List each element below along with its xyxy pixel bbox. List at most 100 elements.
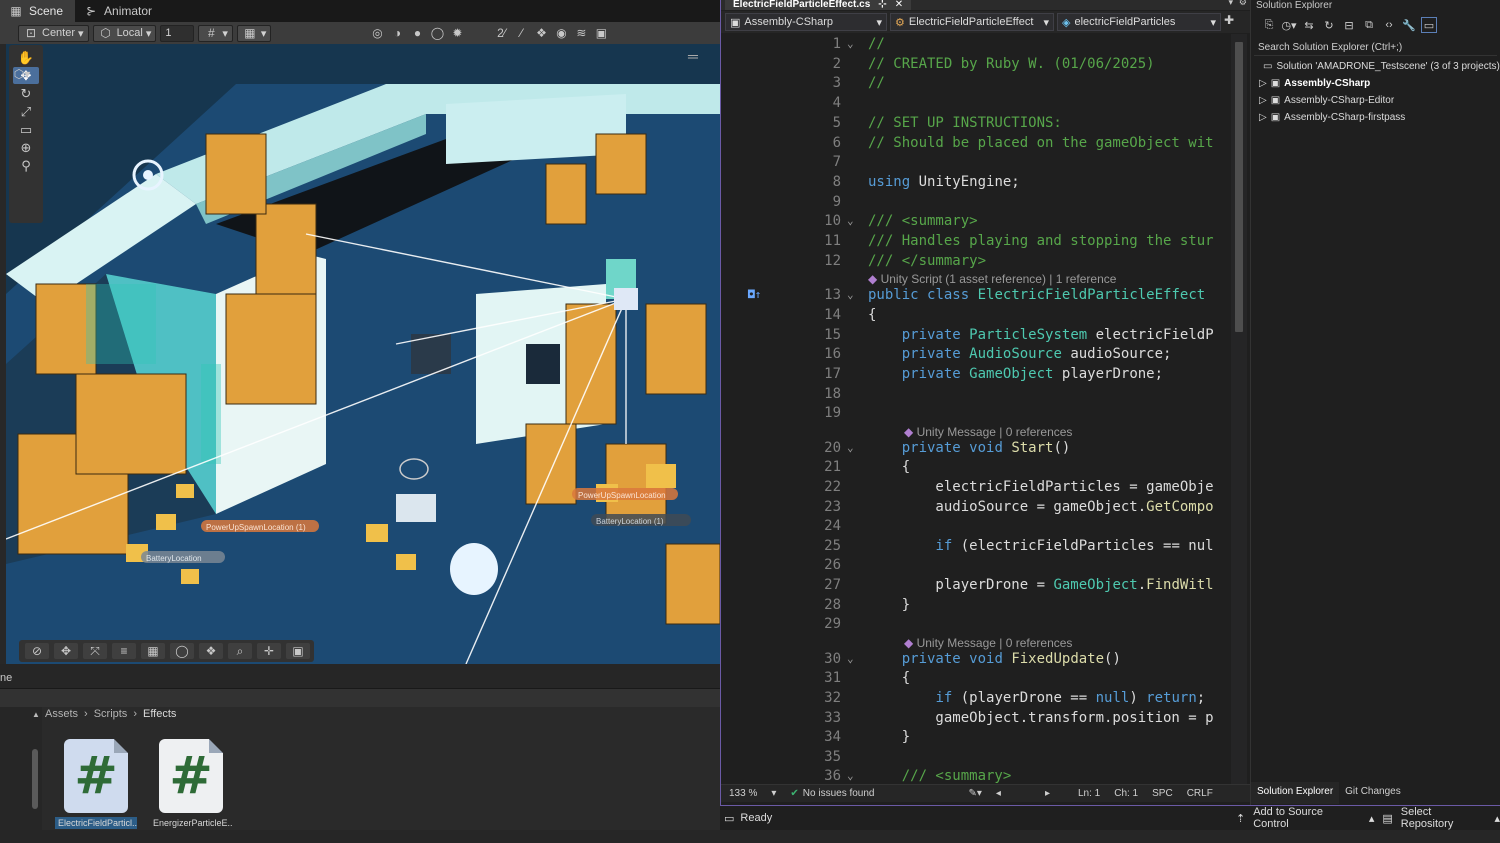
code-line[interactable]: 33 gameObject.transform.position = p	[721, 708, 1231, 728]
preview-icon[interactable]: ▭	[1421, 17, 1437, 33]
code-line[interactable]: 4	[721, 93, 1231, 113]
zoom-dropdown[interactable]: 133 %	[729, 788, 757, 799]
issues-text[interactable]: No issues found	[803, 788, 875, 799]
select-repository[interactable]: Select Repository	[1401, 806, 1487, 830]
line-number[interactable]: Ln: 1	[1078, 788, 1100, 799]
project-dropdown[interactable]: ▣ Assembly-CSharp ▾	[725, 13, 887, 31]
code-view-icon[interactable]: ‹›	[1381, 17, 1397, 33]
sync-icon[interactable]: ⇆	[1301, 17, 1317, 33]
space-dropdown[interactable]: ⬡ Local ▾	[92, 24, 157, 42]
breadcrumb-assets[interactable]: Assets	[45, 708, 78, 720]
show-all-files-icon[interactable]: ⧉	[1361, 17, 1377, 33]
grid-overlay-icon[interactable]: ▦	[141, 643, 165, 659]
align-icon[interactable]: ≡	[112, 643, 136, 659]
nav-back-icon[interactable]: ◂	[996, 788, 1001, 799]
tab-solution-explorer[interactable]: Solution Explorer	[1251, 782, 1340, 804]
battery-label-1[interactable]: BatteryLocation	[146, 554, 202, 563]
shaded-sphere-icon[interactable]: ●	[409, 25, 425, 41]
editor-scrollbar[interactable]	[1231, 34, 1247, 784]
scene-gizmo-handle[interactable]: ═	[688, 48, 714, 64]
rect-tool-icon[interactable]: ▭	[13, 121, 39, 138]
output-icon[interactable]: ▭	[724, 812, 734, 825]
code-line[interactable]: 30 ⌄ private void FixedUpdate()	[721, 649, 1231, 669]
camera-icon[interactable]: ▣	[286, 643, 310, 659]
code-line[interactable]: 35	[721, 747, 1231, 767]
code-line[interactable]: 22 electricFieldParticles = gameObje	[721, 477, 1231, 497]
cleanup-icon[interactable]: ✎▾	[969, 788, 982, 799]
tree-project-editor[interactable]: ▷ ▣ Assembly-CSharp-Editor	[1251, 92, 1500, 109]
code-line[interactable]: 1 ⌄ //	[721, 34, 1231, 54]
code-line[interactable]: 7	[721, 152, 1231, 172]
code-line[interactable]: 12 /// </summary>	[721, 251, 1231, 271]
tree-project-firstpass[interactable]: ▷ ▣ Assembly-CSharp-firstpass	[1251, 109, 1500, 126]
lit-sphere-icon[interactable]: ◯	[429, 25, 445, 41]
navigate-icon[interactable]: ⊘	[25, 643, 49, 659]
code-line[interactable]: 6 // Should be placed on the gameObject w…	[721, 133, 1231, 153]
fold-chevron-icon[interactable]: ⌄	[847, 766, 854, 784]
code-line[interactable]: 31 {	[721, 668, 1231, 688]
transform-tool-icon[interactable]: ⊕	[13, 139, 39, 156]
properties-icon[interactable]: 🔧	[1401, 17, 1417, 33]
line-ending[interactable]: CRLF	[1187, 788, 1213, 799]
split-icon[interactable]: ✚	[1224, 13, 1234, 31]
pin-icon[interactable]: ⊹	[878, 0, 886, 10]
pivot-dropdown[interactable]: ⊡ Center ▾	[18, 24, 89, 42]
spawn-label-1[interactable]: PowerUpSpawnLocation (1)	[206, 523, 306, 532]
column-number[interactable]: Ch: 1	[1114, 788, 1138, 799]
tab-list-icon[interactable]: ▾	[1228, 0, 1233, 8]
code-line[interactable]: 19	[721, 403, 1231, 423]
add-to-source-control[interactable]: Add to Source Control	[1253, 806, 1361, 830]
expand-icon[interactable]: ▷	[1259, 95, 1267, 106]
close-icon[interactable]: ✕	[895, 0, 903, 10]
tab-scene[interactable]: ▦ Scene	[0, 0, 76, 22]
code-line[interactable]: 24	[721, 516, 1231, 536]
lighting-icon[interactable]: ✹	[449, 25, 465, 41]
snap-input[interactable]: 1	[160, 24, 195, 42]
class-dropdown[interactable]: ⚙ ElectricFieldParticleEffect ▾	[890, 13, 1054, 31]
code-line[interactable]: 3 //	[721, 73, 1231, 93]
history-icon[interactable]: ◷▾	[1281, 17, 1297, 33]
spawn-label-2[interactable]: PowerUpSpawnLocation	[578, 491, 666, 500]
fold-chevron-icon[interactable]: ⌄	[847, 34, 854, 54]
solution-root[interactable]: ▭ Solution 'AMADRONE_Testscene' (3 of 3 p…	[1251, 58, 1500, 75]
code-line[interactable]: 21 {	[721, 457, 1231, 477]
code-line[interactable]: 23 audioSource = gameObject.GetCompo	[721, 497, 1231, 517]
grid-visibility-button[interactable]: ▦ ▾	[236, 24, 272, 42]
layers-overlay-icon[interactable]: ❖	[199, 643, 223, 659]
code-line[interactable]: 10 ⌄ /// <summary>	[721, 211, 1231, 231]
fold-chevron-icon[interactable]: ⌄	[847, 438, 854, 458]
refresh-icon[interactable]: ↻	[1321, 17, 1337, 33]
code-line[interactable]: 15 private ParticleSystem electricFieldP	[721, 325, 1231, 345]
tree-project-assembly-csharp[interactable]: ▷ ▣ Assembly-CSharp	[1251, 75, 1500, 92]
code-line[interactable]: 36 ⌄ /// <summary>	[721, 766, 1231, 784]
collapse-icon[interactable]: ▲	[32, 710, 40, 719]
code-line[interactable]: 18	[721, 384, 1231, 404]
hand-tool-icon[interactable]: ✋	[13, 49, 39, 66]
expand-icon[interactable]: ▷	[1259, 112, 1267, 123]
spline-icon[interactable]: ⤧	[83, 643, 107, 659]
code-line[interactable]: 34 }	[721, 727, 1231, 747]
expand-icon[interactable]: ▷	[1259, 78, 1267, 89]
code-line[interactable]: 28 }	[721, 595, 1231, 615]
view-options-icon[interactable]: ⬡▾	[14, 66, 31, 82]
code-line[interactable]: 5 // SET UP INSTRUCTIONS:	[721, 113, 1231, 133]
indent-mode[interactable]: SPC	[1152, 788, 1173, 799]
code-line[interactable]: 20 ⌄ private void Start()	[721, 438, 1231, 458]
scene-viewport[interactable]: PowerUpSpawnLocation (1) PowerUpSpawnLoc…	[6, 44, 720, 664]
layers-icon[interactable]: ≋	[573, 25, 589, 41]
rotate-tool-icon[interactable]: ↻	[13, 85, 39, 102]
fold-chevron-icon[interactable]: ⌄	[847, 211, 854, 231]
code-line[interactable]: 26	[721, 555, 1231, 575]
breadcrumb-scripts[interactable]: Scripts	[94, 708, 128, 720]
settings-icon[interactable]: ⚙	[1239, 0, 1247, 8]
globe-icon[interactable]: ◎	[369, 25, 385, 41]
asset-electric-field-script[interactable]: # ElectricFieldParticl...	[55, 739, 137, 833]
member-dropdown[interactable]: ◈ electricFieldParticles ▾	[1057, 13, 1221, 31]
pan-icon[interactable]: ✛	[257, 643, 281, 659]
code-line[interactable]: 2 // CREATED by Ruby W. (01/06/2025)	[721, 54, 1231, 74]
code-area[interactable]: 1 ⌄//2// CREATED by Ruby W. (01/06/2025) 3…	[721, 34, 1231, 784]
code-line[interactable]: 17 private GameObject playerDrone;	[721, 364, 1231, 384]
code-line[interactable]: 14 {	[721, 305, 1231, 325]
code-line[interactable]: 11 /// Handles playing and stopping the s…	[721, 231, 1231, 251]
move-icon[interactable]: ✥	[54, 643, 78, 659]
